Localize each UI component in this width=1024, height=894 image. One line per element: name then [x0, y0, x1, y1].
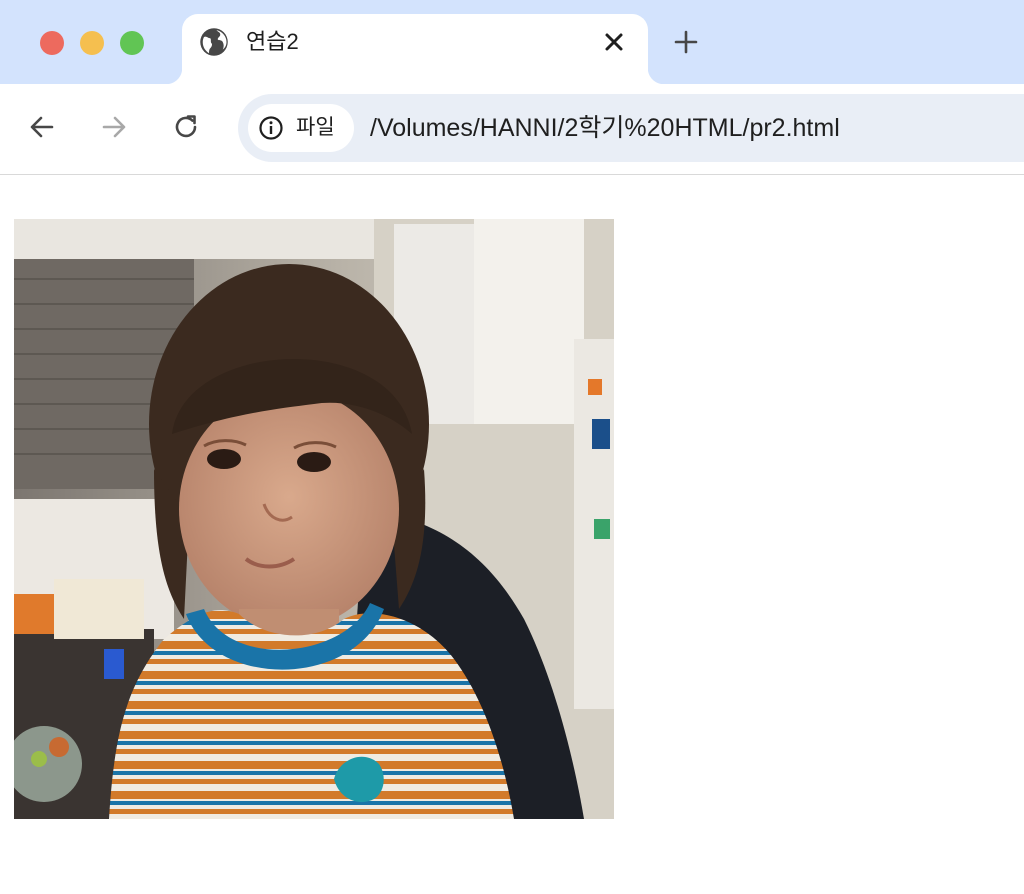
arrow-right-icon[interactable] [99, 112, 129, 142]
close-window-button[interactable] [40, 31, 64, 55]
url-text[interactable]: /Volumes/HANNI/2학기%20HTML/pr2.html [370, 113, 840, 143]
reload-icon[interactable] [171, 112, 201, 142]
minimize-window-button[interactable] [80, 31, 104, 55]
tab-title: 연습2 [246, 29, 299, 54]
site-info-chip[interactable]: 파일 [248, 104, 354, 152]
tab-active[interactable]: 연습2 [166, 14, 664, 84]
site-info-label: 파일 [296, 116, 335, 139]
new-tab-icon[interactable] [672, 28, 700, 56]
info-icon [259, 116, 283, 140]
page-content [0, 175, 1024, 894]
close-tab-icon[interactable] [602, 30, 626, 54]
toolbar: 파일 /Volumes/HANNI/2학기%20HTML/pr2.html [0, 84, 1024, 174]
globe-icon [200, 28, 228, 56]
photo-image [14, 219, 614, 819]
browser-window: 연습2 파일 /Volumes/HANNI/2학기%20HTML/pr2.htm… [0, 0, 1024, 894]
tab-strip: 연습2 [0, 0, 1024, 84]
arrow-left-icon[interactable] [27, 112, 57, 142]
zoom-window-button[interactable] [120, 31, 144, 55]
address-bar[interactable]: 파일 /Volumes/HANNI/2학기%20HTML/pr2.html [238, 94, 1024, 162]
